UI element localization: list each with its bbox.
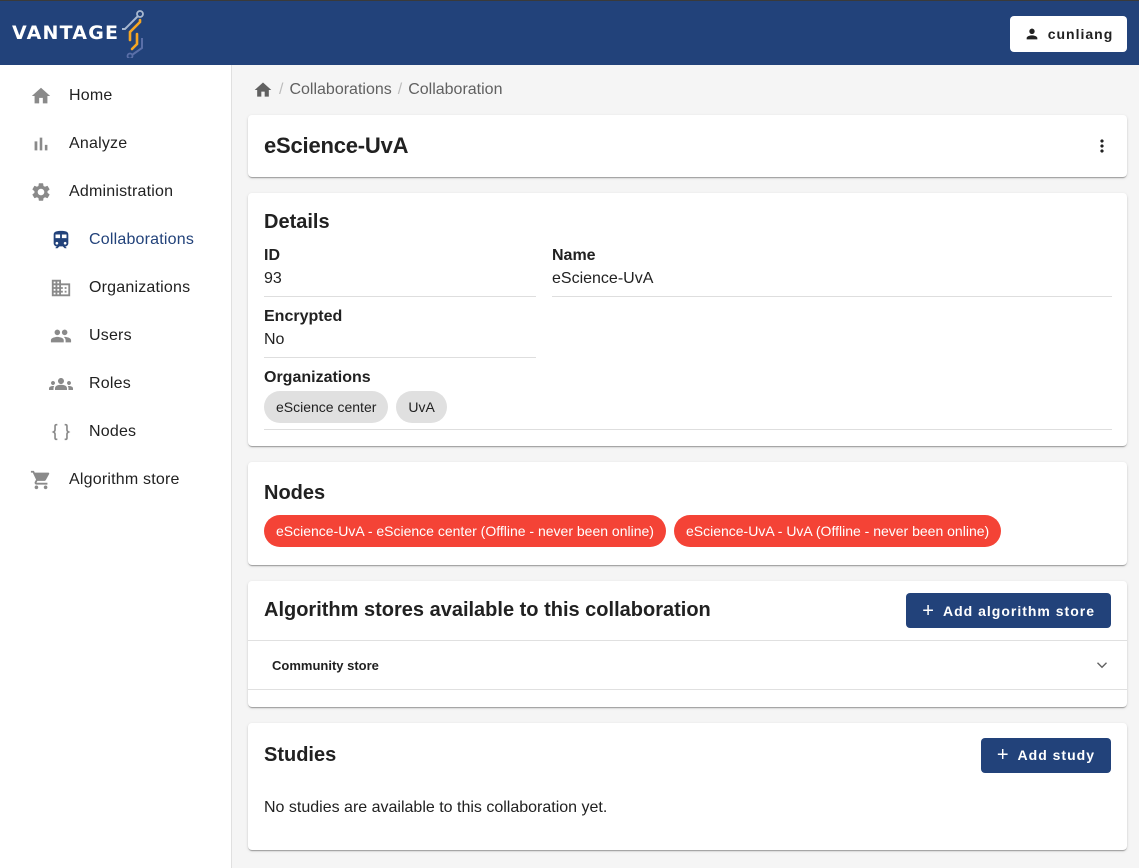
plus-icon: + [996, 744, 1010, 766]
sidebar: Home Analyze Administration Collaboratio… [0, 65, 232, 868]
sidebar-item-label: Organizations [89, 279, 191, 296]
building-icon [49, 276, 73, 300]
id-field: ID 93 [264, 246, 536, 297]
users-icon [49, 324, 73, 348]
name-label: Name [552, 247, 596, 264]
sidebar-item-label: Analyze [69, 135, 128, 152]
organizations-field: Organizations eScience center UvA [264, 368, 1112, 430]
groups-icon [49, 372, 73, 396]
organization-chip[interactable]: UvA [396, 391, 447, 423]
bar-chart-icon [29, 132, 53, 156]
breadcrumb-home-icon[interactable] [253, 80, 273, 100]
add-algorithm-store-button[interactable]: + Add algorithm store [906, 593, 1111, 628]
id-label: ID [264, 247, 280, 264]
sidebar-item-label: Roles [89, 375, 131, 392]
main-content: / Collaborations / Collaboration eScienc… [248, 65, 1127, 866]
add-algorithm-store-label: Add algorithm store [942, 602, 1095, 619]
chevron-down-icon [1097, 662, 1107, 669]
sidebar-item-label: Users [89, 327, 132, 344]
sidebar-item-label: Algorithm store [69, 471, 180, 488]
details-card: Details ID 93 Name eScience-UvA Encrypte… [248, 193, 1127, 446]
top-bar: VANTAGE cunliang [0, 0, 1139, 65]
sidebar-item-users[interactable]: Users [0, 312, 231, 360]
organization-chip[interactable]: eScience center [264, 391, 389, 423]
breadcrumb: / Collaborations / Collaboration [248, 65, 1127, 115]
nodes-title: Nodes [264, 482, 326, 504]
studies-empty-message: No studies are available to this collabo… [264, 799, 608, 816]
sidebar-item-label: Home [69, 87, 113, 104]
add-study-button[interactable]: + Add study [980, 737, 1111, 773]
user-menu-button[interactable]: cunliang [1010, 16, 1127, 52]
studies-card: Studies + Add study No studies are avail… [248, 723, 1127, 850]
braces-icon [49, 420, 73, 444]
sidebar-item-home[interactable]: Home [0, 72, 231, 120]
store-name: Community store [272, 657, 379, 673]
add-study-label: Add study [1017, 747, 1095, 763]
title-card: eScience-UvA [248, 115, 1127, 177]
nodes-card: Nodes eScience-UvA - eScience center (Of… [248, 462, 1127, 565]
store-expansion-panel[interactable]: Community store [248, 641, 1127, 690]
encrypted-field: Encrypted No [264, 307, 536, 358]
person-icon [1026, 28, 1038, 40]
node-chip[interactable]: eScience-UvA - eScience center (Offline … [264, 515, 666, 547]
studies-title: Studies [264, 743, 337, 766]
page-title: eScience-UvA [264, 133, 409, 158]
sidebar-item-collaborations[interactable]: Collaborations [0, 216, 231, 264]
breadcrumb-separator: / [279, 81, 284, 98]
name-field: Name eScience-UvA [552, 246, 1112, 297]
node-chip[interactable]: eScience-UvA - UvA (Offline - never been… [673, 515, 1002, 547]
logo-mark-icon [122, 10, 145, 58]
breadcrumb-collaborations[interactable]: Collaborations [289, 81, 391, 99]
more-options-button[interactable] [1087, 131, 1117, 161]
algorithm-stores-title: Algorithm stores available to this colla… [264, 599, 711, 621]
sidebar-item-algorithm-store[interactable]: Algorithm store [0, 456, 231, 504]
logo-text: VANTAGE [12, 22, 120, 44]
plus-icon: + [922, 599, 935, 622]
sidebar-item-label: Collaborations [89, 231, 195, 248]
sidebar-item-label: Nodes [89, 423, 137, 440]
breadcrumb-separator: / [397, 81, 403, 98]
sidebar-item-roles[interactable]: Roles [0, 360, 231, 408]
encrypted-label: Encrypted [264, 308, 343, 325]
sidebar-item-label: Administration [69, 183, 174, 200]
cart-icon [29, 468, 53, 492]
name-value: eScience-UvA [552, 270, 654, 287]
home-icon [29, 84, 53, 108]
sidebar-item-organizations[interactable]: Organizations [0, 264, 231, 312]
organizations-label: Organizations [264, 369, 371, 386]
encrypted-value: No [264, 331, 285, 348]
breadcrumb-current: Collaboration [408, 81, 503, 98]
id-value: 93 [264, 270, 282, 287]
algorithm-stores-card: Algorithm stores available to this colla… [248, 581, 1127, 707]
sidebar-item-administration[interactable]: Administration [0, 168, 231, 216]
gear-icon [29, 180, 53, 204]
sidebar-item-analyze[interactable]: Analyze [0, 120, 231, 168]
sidebar-item-nodes[interactable]: Nodes [0, 408, 231, 456]
more-vert-icon [1100, 139, 1104, 153]
username: cunliang [1047, 26, 1114, 42]
details-title: Details [264, 211, 330, 233]
vantage-logo[interactable]: VANTAGE [12, 7, 147, 59]
train-icon [49, 228, 73, 252]
